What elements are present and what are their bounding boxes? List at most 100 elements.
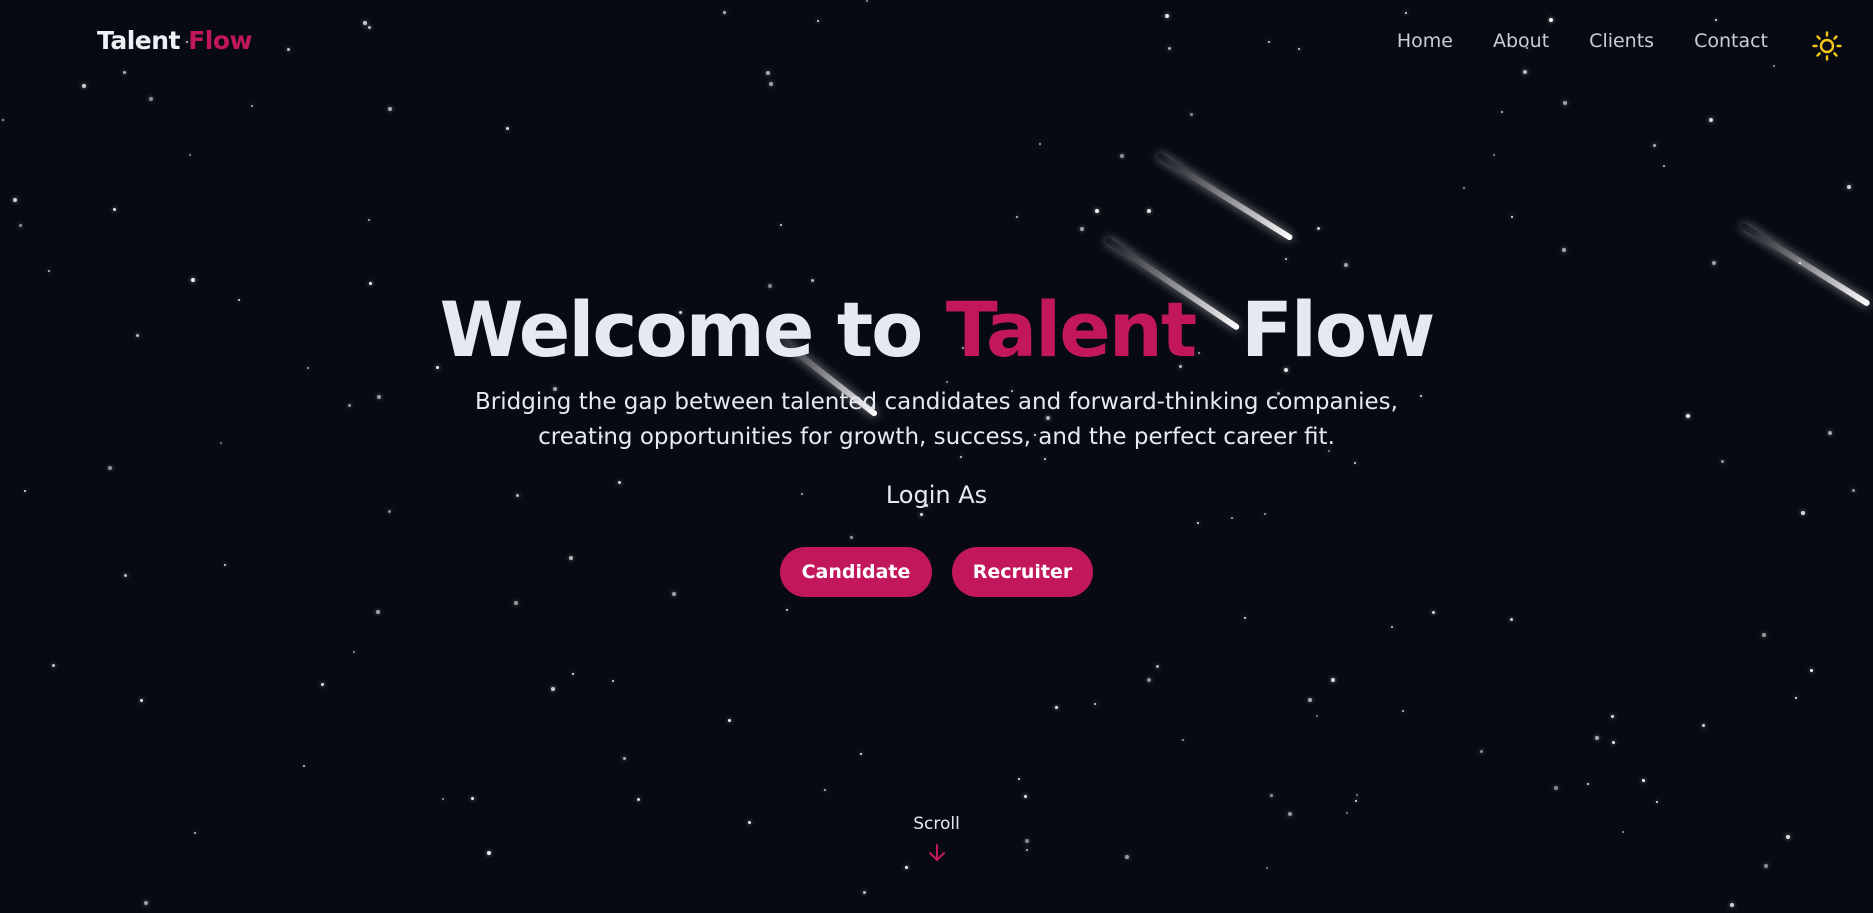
candidate-button[interactable]: Candidate: [780, 547, 932, 597]
star: [368, 219, 370, 221]
star: [321, 683, 324, 686]
star: [824, 789, 826, 791]
brand-logo[interactable]: Talent Flow: [97, 26, 253, 55]
star: [1480, 750, 1483, 753]
star: [1270, 794, 1273, 797]
star: [1147, 678, 1151, 682]
star: [1356, 794, 1358, 796]
star: [1018, 778, 1020, 780]
scroll-label: Scroll: [913, 814, 960, 834]
star: [1055, 706, 1058, 709]
site-header: Talent Flow Home About Clients Contact: [0, 0, 1873, 84]
star: [1554, 786, 1558, 790]
star: [191, 278, 195, 282]
star: [811, 279, 814, 282]
star: [1611, 715, 1614, 718]
star: [1095, 209, 1099, 213]
star: [1391, 626, 1393, 628]
main-nav: Home About Clients Contact: [1397, 30, 1768, 52]
brand-first: Talent: [97, 26, 180, 55]
star: [623, 757, 626, 760]
star: [1847, 185, 1851, 189]
star: [786, 609, 788, 611]
star: [1190, 113, 1193, 116]
star: [1764, 864, 1768, 868]
star: [1656, 801, 1658, 803]
hero-subtitle: Bridging the gap between talented candid…: [475, 389, 1398, 450]
nav-clients[interactable]: Clients: [1589, 30, 1654, 52]
login-as-label: Login As: [885, 481, 988, 509]
star: [1285, 258, 1287, 260]
star: [1316, 715, 1318, 717]
star: [1511, 216, 1513, 218]
nav-about[interactable]: About: [1493, 30, 1549, 52]
star: [1762, 633, 1766, 637]
star: [1709, 118, 1713, 122]
star: [1712, 261, 1716, 265]
star: [1587, 783, 1589, 785]
star: [144, 901, 148, 905]
star: [863, 891, 866, 894]
star: [1094, 703, 1096, 705]
arrow-down-icon: [928, 844, 945, 861]
star: [1562, 248, 1566, 252]
star: [1663, 165, 1665, 167]
star: [1308, 698, 1312, 702]
brand-second: Flow: [188, 26, 253, 55]
star: [1463, 187, 1465, 189]
star: [1642, 779, 1645, 782]
star: [1402, 710, 1404, 712]
recruiter-button[interactable]: Recruiter: [952, 547, 1093, 597]
star: [1344, 263, 1348, 267]
star: [1266, 867, 1268, 869]
star: [1493, 154, 1495, 156]
star: [1147, 209, 1151, 213]
star: [52, 664, 55, 667]
star: [113, 208, 116, 211]
star: [48, 270, 50, 272]
star: [1244, 617, 1246, 619]
sun-icon: [1812, 31, 1842, 61]
star: [251, 105, 253, 107]
star: [1702, 724, 1705, 727]
star: [1510, 618, 1513, 621]
star: [149, 97, 153, 101]
star: [82, 84, 86, 88]
theme-toggle-button[interactable]: [1811, 30, 1843, 62]
nav-contact[interactable]: Contact: [1694, 30, 1768, 52]
title-welcome: Welcome to: [439, 285, 924, 374]
star: [1016, 216, 1018, 218]
star: [353, 651, 355, 653]
star: [442, 798, 444, 800]
star: [1653, 144, 1656, 147]
hero-section: Welcome to Talent Flow Bridging the gap …: [0, 285, 1873, 597]
star: [1730, 903, 1734, 907]
star: [1331, 678, 1335, 682]
star: [637, 798, 640, 801]
star: [1795, 697, 1797, 699]
star: [1156, 665, 1159, 668]
star: [1039, 143, 1041, 145]
star: [1810, 669, 1813, 672]
star: [905, 866, 908, 869]
scroll-indicator[interactable]: Scroll: [0, 814, 1873, 864]
star: [1317, 227, 1320, 230]
star: [728, 719, 731, 722]
star: [1080, 227, 1084, 231]
star: [303, 765, 305, 767]
star: [1355, 800, 1357, 802]
star: [1120, 154, 1124, 158]
star: [1024, 795, 1027, 798]
star: [551, 687, 555, 691]
login-buttons: Candidate Recruiter: [0, 547, 1873, 597]
star: [19, 224, 22, 227]
star: [780, 224, 782, 226]
nav-home[interactable]: Home: [1397, 30, 1453, 52]
star: [1612, 741, 1615, 744]
star: [189, 154, 191, 156]
star: [514, 601, 518, 605]
star: [388, 107, 392, 111]
star: [2, 119, 4, 121]
star: [1563, 101, 1567, 105]
title-talent: Talent: [945, 285, 1197, 374]
